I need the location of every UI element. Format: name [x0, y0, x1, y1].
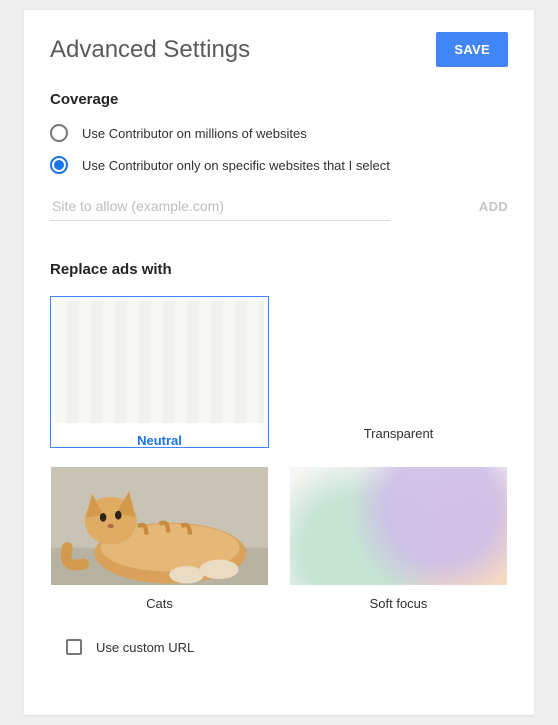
replace-option-label: Neutral [51, 427, 268, 448]
softfocus-thumb-icon [290, 467, 507, 585]
checkbox-unchecked-icon [66, 639, 82, 655]
transparent-thumb-icon [290, 297, 507, 415]
custom-url-label: Use custom URL [96, 640, 194, 655]
coverage-section-title: Coverage [50, 91, 508, 108]
replace-option-label: Transparent [289, 416, 508, 441]
replace-option-label: Soft focus [289, 586, 508, 611]
radio-unchecked-icon [50, 124, 68, 142]
replace-option-label: Cats [50, 586, 269, 611]
header: Advanced Settings SAVE [50, 32, 508, 67]
page-title: Advanced Settings [50, 36, 250, 64]
custom-url-row[interactable]: Use custom URL [66, 639, 508, 655]
replace-section-title: Replace ads with [50, 261, 508, 278]
replace-option-cats[interactable]: Cats [50, 466, 269, 611]
site-allow-input[interactable] [50, 192, 390, 221]
add-site-button[interactable]: ADD [479, 199, 508, 214]
replace-option-transparent[interactable]: Transparent [289, 296, 508, 448]
cats-thumb-icon [51, 467, 268, 585]
neutral-thumb-icon [55, 301, 264, 423]
save-button[interactable]: SAVE [436, 32, 508, 67]
radio-checked-icon [50, 156, 68, 174]
coverage-option-specific[interactable]: Use Contributor only on specific website… [50, 156, 508, 174]
coverage-radio-group: Use Contributor on millions of websites … [50, 124, 508, 174]
coverage-option-label: Use Contributor only on specific website… [82, 158, 390, 173]
coverage-option-label: Use Contributor on millions of websites [82, 126, 307, 141]
replace-option-softfocus[interactable]: Soft focus [289, 466, 508, 611]
site-allow-row: ADD [50, 192, 508, 221]
replace-option-neutral[interactable]: Neutral [50, 296, 269, 448]
replace-options-grid: Neutral Transparent [50, 296, 508, 611]
coverage-option-all[interactable]: Use Contributor on millions of websites [50, 124, 508, 142]
settings-card: Advanced Settings SAVE Coverage Use Cont… [24, 10, 534, 715]
